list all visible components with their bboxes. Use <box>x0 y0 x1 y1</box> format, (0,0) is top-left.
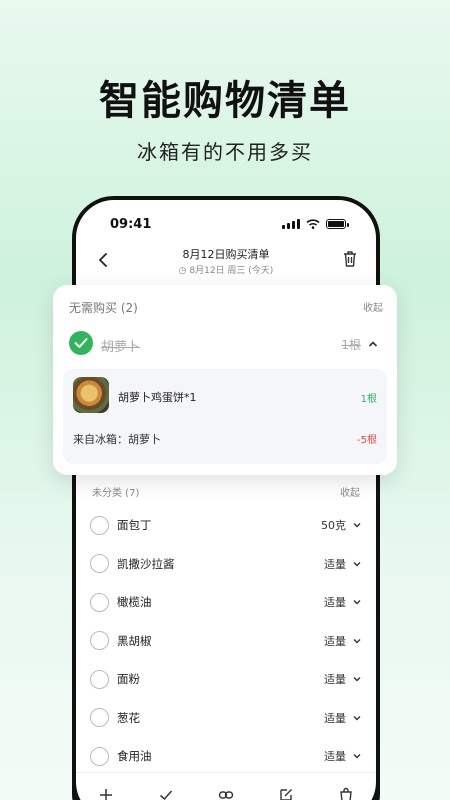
bottom-toolbar <box>76 772 376 800</box>
checkbox[interactable] <box>90 746 109 766</box>
uncategorized-header: 未分类 (7) 收起 <box>92 484 360 499</box>
recipe-name: 胡萝卜鸡蛋饼*1 <box>118 391 197 404</box>
trash-icon[interactable] <box>342 250 358 268</box>
link-icon[interactable] <box>218 787 234 800</box>
status-time: 09:41 <box>110 217 152 232</box>
status-icons <box>282 219 349 229</box>
list-item[interactable]: 橄榄油 适量 <box>76 583 376 622</box>
chevron-down-icon[interactable] <box>352 636 362 646</box>
recipe-qty: 1根 <box>360 394 377 405</box>
battery-icon <box>326 219 349 229</box>
clock-icon: ◷ <box>178 266 190 276</box>
shopping-list: 面包丁 50克 凯撒沙拉酱 适量 橄榄油 适量 黑胡椒 适量 面粉 适量 葱花 适量 食用油… <box>76 506 376 776</box>
checkbox[interactable] <box>90 592 109 612</box>
chevron-down-icon[interactable] <box>352 751 362 761</box>
list-item[interactable]: 面粉 适量 <box>76 660 376 699</box>
checkbox[interactable] <box>90 631 109 651</box>
checkbox[interactable] <box>90 708 109 728</box>
chevron-down-icon[interactable] <box>352 674 362 684</box>
completed-item-qty: 1根 <box>341 338 361 352</box>
list-item[interactable]: 葱花 适量 <box>76 699 376 738</box>
no-purchase-collapse-button[interactable]: 收起 <box>363 299 383 314</box>
list-item[interactable]: 食用油 适量 <box>76 737 376 776</box>
edit-icon[interactable] <box>278 787 294 800</box>
fridge-source-qty: -5根 <box>357 435 377 446</box>
checkbox[interactable] <box>90 515 109 535</box>
uncategorized-collapse-button[interactable]: 收起 <box>340 484 360 499</box>
page-date: ◷ 8月12日 周三 (今天) <box>178 266 274 276</box>
completed-item-name: 胡萝卜 <box>101 340 141 355</box>
chevron-up-icon[interactable] <box>367 338 379 350</box>
fridge-source-label: 来自冰箱：胡萝卜 <box>73 433 161 446</box>
recipe-thumbnail <box>73 377 109 413</box>
check-icon[interactable] <box>158 787 174 800</box>
chevron-down-icon[interactable] <box>352 520 362 530</box>
checked-icon[interactable] <box>69 331 93 355</box>
no-purchase-card: 无需购买 (2) 收起 胡萝卜 1根 胡萝卜鸡蛋饼*1 1根 来自冰箱：胡萝卜 … <box>53 285 397 475</box>
chevron-down-icon[interactable] <box>352 713 362 723</box>
hero-title: 智能购物清单 <box>99 78 351 124</box>
bag-icon[interactable] <box>338 787 354 800</box>
checkbox[interactable] <box>90 669 109 689</box>
plus-icon[interactable] <box>98 787 114 800</box>
hero-subtitle: 冰箱有的不用多买 <box>137 140 313 164</box>
checkbox[interactable] <box>90 554 109 574</box>
list-item[interactable]: 面包丁 50克 <box>76 506 376 545</box>
chevron-down-icon[interactable] <box>352 597 362 607</box>
page-title: 8月12日购买清单 <box>182 248 270 261</box>
no-purchase-header: 无需购买 (2) <box>69 301 138 315</box>
item-source-panel: 胡萝卜鸡蛋饼*1 1根 来自冰箱：胡萝卜 -5根 <box>63 369 387 464</box>
list-item[interactable]: 凯撒沙拉酱 适量 <box>76 545 376 584</box>
wifi-icon <box>306 219 320 229</box>
signal-icon <box>282 219 300 229</box>
chevron-down-icon[interactable] <box>352 559 362 569</box>
list-item[interactable]: 黑胡椒 适量 <box>76 622 376 661</box>
